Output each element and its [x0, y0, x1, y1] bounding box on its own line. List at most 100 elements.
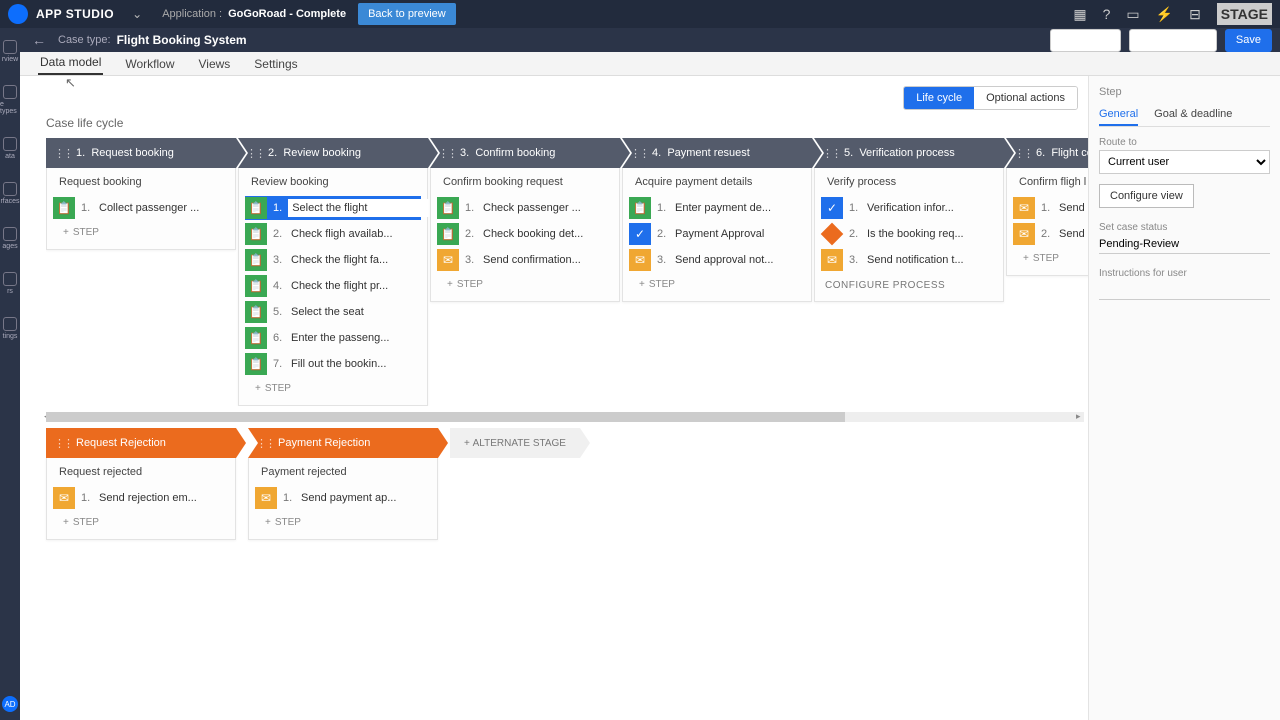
save-and-run-button[interactable]: Save and run: [1129, 29, 1216, 52]
instructions-input[interactable]: [1099, 281, 1270, 300]
step-row[interactable]: ✓ 2. Payment Approval: [629, 222, 805, 246]
rail-overview[interactable]: rview: [2, 40, 18, 63]
stage-header[interactable]: ⋮⋮ Request Rejection: [46, 428, 236, 458]
process-name[interactable]: Request rejected: [47, 458, 235, 484]
rail-users[interactable]: rs: [3, 272, 17, 295]
step-type-icon: ✓: [629, 223, 651, 245]
step-row[interactable]: 📋 1. Check passenger ...: [437, 196, 613, 220]
step-name: Payment Approval: [675, 228, 805, 240]
step-type-icon: 📋: [437, 223, 459, 245]
rail-casetypes[interactable]: e types: [0, 85, 20, 115]
add-step-button[interactable]: +STEP: [1013, 248, 1088, 269]
application-name: GoGoRoad - Complete: [228, 8, 346, 20]
stage-body: Acquire payment details 📋 1. Enter payme…: [622, 168, 812, 302]
rail-data[interactable]: ata: [3, 137, 17, 160]
configure-view-button[interactable]: Configure view: [1099, 184, 1194, 208]
grip-icon: ⋮⋮: [54, 147, 72, 160]
add-alternate-stage-button[interactable]: + ALTERNATE STAGE: [450, 428, 580, 458]
rail-pages[interactable]: ages: [2, 227, 17, 250]
step-row[interactable]: ✉ 3. Send notification t...: [821, 248, 997, 272]
step-number: 1.: [465, 202, 477, 214]
step-row[interactable]: 📋 5. Select the seat: [245, 300, 421, 324]
add-step-button[interactable]: +STEP: [255, 512, 431, 533]
stage-header[interactable]: ⋮⋮ 4. Payment resuest: [622, 138, 812, 168]
user-badge[interactable]: AD: [2, 696, 18, 712]
rail-settings[interactable]: tings: [3, 317, 18, 340]
step-row[interactable]: 📋 4. Check the flight pr...: [245, 274, 421, 298]
bolt-icon[interactable]: ⚡: [1156, 6, 1173, 23]
stage-badge: STAGE: [1217, 3, 1272, 25]
step-row[interactable]: 📋 1. Collect passenger ...: [53, 196, 229, 220]
stage-header[interactable]: ⋮⋮ 3. Confirm booking: [430, 138, 620, 168]
actions-button[interactable]: Actions⌄: [1050, 29, 1121, 52]
step-row[interactable]: 📋 3. Check the flight fa...: [245, 248, 421, 272]
stage-body: Request rejected ✉ 1. Send rejection em.…: [46, 458, 236, 540]
step-row[interactable]: ✉ 2. Send: [1013, 222, 1088, 246]
step-row[interactable]: ✉ 3. Send approval not...: [629, 248, 805, 272]
scroll-right-icon[interactable]: ▸: [1076, 411, 1086, 422]
add-step-button[interactable]: +STEP: [629, 274, 805, 295]
configure-process-button[interactable]: CONFIGURE PROCESS: [815, 274, 1003, 297]
step-name-input[interactable]: [288, 199, 438, 217]
process-name[interactable]: Request booking: [47, 168, 235, 194]
back-to-preview-button[interactable]: Back to preview: [358, 3, 456, 25]
stage-name: Review booking: [283, 147, 361, 159]
step-row[interactable]: 2. Is the booking req...: [821, 222, 997, 246]
stage-header[interactable]: ⋮⋮ 5. Verification process: [814, 138, 1004, 168]
step-row[interactable]: ✓ 1. Verification infor...: [821, 196, 997, 220]
panel-tab-goal[interactable]: Goal & deadline: [1154, 104, 1232, 126]
add-step-button[interactable]: +STEP: [245, 378, 421, 399]
stage-header[interactable]: ⋮⋮ 2. Review booking: [238, 138, 428, 168]
stage-header[interactable]: ⋮⋮ 1. Request booking: [46, 138, 236, 168]
add-step-button[interactable]: +STEP: [53, 512, 229, 533]
case-status-input[interactable]: [1099, 235, 1270, 254]
stage-header[interactable]: ⋮⋮ 6. Flight conf: [1006, 138, 1088, 168]
step-row[interactable]: 📋 6. Enter the passeng...: [245, 326, 421, 350]
process-name[interactable]: Review booking: [239, 168, 427, 194]
adjust-icon[interactable]: ⊟: [1189, 6, 1201, 23]
stage: ⋮⋮ 1. Request booking Request booking 📋 …: [46, 138, 236, 406]
toggle-optional[interactable]: Optional actions: [974, 87, 1077, 109]
step-number: 1.: [849, 202, 861, 214]
process-name[interactable]: Verify process: [815, 168, 1003, 194]
scroll-thumb[interactable]: [46, 412, 845, 422]
save-button[interactable]: Save: [1225, 29, 1272, 52]
main-canvas: Life cycle Optional actions Case life cy…: [20, 76, 1088, 720]
tab-views[interactable]: Views: [197, 53, 233, 75]
chevron-down-icon[interactable]: ⌄: [132, 7, 142, 21]
tab-settings[interactable]: Settings: [252, 53, 299, 75]
horizontal-scrollbar[interactable]: ◂ ▸: [46, 412, 1084, 422]
route-to-select[interactable]: Current user: [1099, 150, 1270, 174]
tab-data-model[interactable]: Data model: [38, 51, 103, 75]
plus-icon: +: [63, 227, 69, 238]
monitor-icon[interactable]: ▭: [1126, 6, 1139, 23]
rail-interfaces[interactable]: rfaces: [0, 182, 19, 205]
process-name[interactable]: Confirm fligh l: [1007, 168, 1088, 194]
help-icon[interactable]: ?: [1103, 6, 1111, 22]
process-name[interactable]: Acquire payment details: [623, 168, 811, 194]
step-row[interactable]: ✉ 1. Send rejection em...: [53, 486, 229, 510]
step-row[interactable]: ✉ 1. Send payment ap...: [255, 486, 431, 510]
step-row[interactable]: ✉ 3. Send confirmation...: [437, 248, 613, 272]
step-row-selected[interactable]: 📋 1. 🗑: [245, 196, 421, 220]
step-row[interactable]: 📋 2. Check fligh availab...: [245, 222, 421, 246]
process-name[interactable]: Payment rejected: [249, 458, 437, 484]
grip-icon: ⋮⋮: [822, 147, 840, 160]
step-row[interactable]: 📋 1. Enter payment de...: [629, 196, 805, 220]
process-name[interactable]: Confirm booking request: [431, 168, 619, 194]
step-row[interactable]: 📋 2. Check booking det...: [437, 222, 613, 246]
add-step-button[interactable]: +STEP: [437, 274, 613, 295]
top-right-icons: ▦ ? ▭ ⚡ ⊟ STAGE: [1073, 3, 1280, 25]
panel-tab-general[interactable]: General: [1099, 104, 1138, 126]
right-panel: Step General Goal & deadline Route to Cu…: [1088, 76, 1280, 720]
back-arrow-icon[interactable]: ←: [32, 32, 46, 48]
stage-header[interactable]: ⋮⋮ Payment Rejection: [248, 428, 438, 458]
tab-workflow[interactable]: Workflow: [123, 53, 176, 75]
add-step-button[interactable]: +STEP: [53, 222, 229, 243]
step-row[interactable]: ✉ 1. Send: [1013, 196, 1088, 220]
stage-body: Review booking 📋 1. 🗑 📋 2. Check fligh a…: [238, 168, 428, 406]
step-type-icon: 📋: [245, 223, 267, 245]
toggle-lifecycle[interactable]: Life cycle: [904, 87, 974, 109]
step-row[interactable]: 📋 7. Fill out the bookin...: [245, 352, 421, 376]
grid-icon[interactable]: ▦: [1073, 6, 1086, 23]
